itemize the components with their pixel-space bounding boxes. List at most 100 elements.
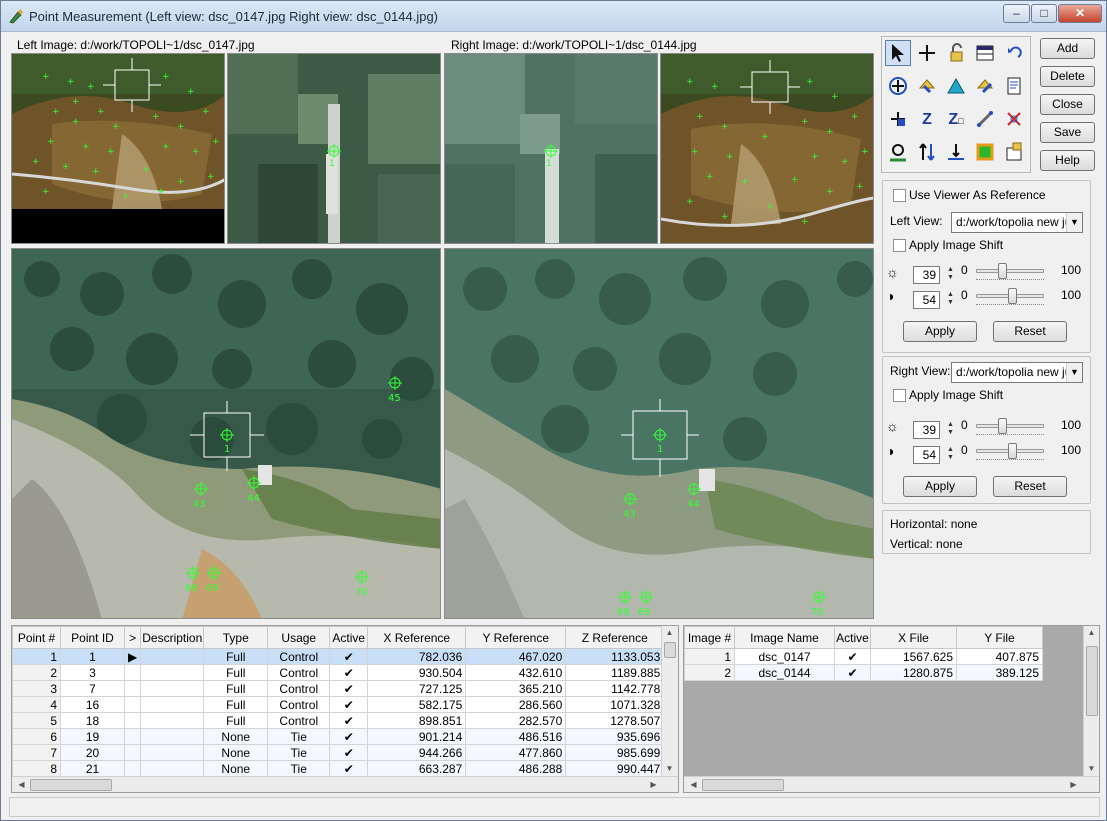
column-header[interactable]: Description	[140, 626, 205, 649]
points-horizontal-scrollbar[interactable]: ◀ ▶	[12, 776, 678, 792]
z-update-icon[interactable]: Z□	[943, 106, 969, 132]
column-header[interactable]: Image Name	[734, 626, 835, 649]
swap-icon[interactable]	[914, 139, 940, 165]
images-horizontal-scrollbar[interactable]: ◀ ▶	[684, 776, 1099, 792]
right-brightness-spinner[interactable]: ▲ ▼	[947, 421, 955, 437]
navigate-icon[interactable]	[885, 139, 911, 165]
delete-button[interactable]: Delete	[1040, 66, 1095, 87]
properties-icon[interactable]	[1001, 139, 1027, 165]
right-apply-button[interactable]: Apply	[903, 476, 977, 497]
left-reset-button[interactable]: Reset	[993, 321, 1067, 342]
table-row[interactable]: 5 18 Full Control ✔ 898.851 282.570 1278.507	[12, 712, 665, 729]
right-apply-image-shift-checkbox[interactable]	[893, 389, 906, 402]
points-vertical-scrollbar[interactable]: ▲ ▼	[661, 626, 678, 776]
right-contrast-spinner[interactable]: ▲ ▼	[947, 446, 955, 462]
left-zoom-view[interactable]: 1	[227, 53, 441, 244]
images-vscroll-thumb[interactable]	[1086, 646, 1098, 716]
points-hscroll-thumb[interactable]	[30, 779, 112, 791]
report-icon[interactable]	[1001, 73, 1027, 99]
column-header[interactable]: X Reference	[367, 626, 467, 649]
delete-point-icon[interactable]	[1001, 106, 1027, 132]
left-brightness-input[interactable]: 39	[913, 266, 940, 284]
z-value-icon[interactable]: Z	[914, 106, 940, 132]
scroll-left-icon[interactable]: ◀	[686, 780, 701, 789]
right-zoom-view[interactable]: 1	[444, 53, 658, 244]
scroll-left-icon[interactable]: ◀	[14, 780, 29, 789]
right-main-view[interactable]: 1 43 44 68 69 70	[444, 248, 874, 619]
table-row[interactable]: 2 3 Full Control ✔ 930.504 432.610 1189.885	[12, 664, 665, 681]
table-row[interactable]: 1 dsc_0147 ✔ 1567.625 407.875	[684, 648, 1043, 665]
right-brightness-slider-thumb[interactable]	[997, 418, 1007, 434]
drive-icon[interactable]	[885, 73, 911, 99]
table-row[interactable]: 8 21 None Tie ✔ 663.287 486.288 990.447	[12, 760, 665, 777]
column-header[interactable]: Y Reference	[465, 626, 567, 649]
undo-icon[interactable]	[1001, 40, 1027, 66]
link-icon[interactable]	[972, 106, 998, 132]
table-row[interactable]: 1 1 ▶ Full Control ✔ 782.036 467.020 1133.053	[12, 648, 665, 665]
column-header[interactable]: >	[123, 626, 142, 649]
right-reset-button[interactable]: Reset	[993, 476, 1067, 497]
right-brightness-input[interactable]: 39	[913, 421, 940, 439]
left-brightness-slider[interactable]	[976, 269, 1044, 273]
scroll-right-icon[interactable]: ▶	[1066, 780, 1081, 789]
left-contrast-slider-thumb[interactable]	[1007, 288, 1017, 304]
left-contrast-input[interactable]: 54	[913, 291, 940, 309]
points-table[interactable]: Point # Point ID > Description Type Usage Acti…	[12, 626, 665, 777]
column-header[interactable]: Z Reference	[565, 626, 665, 649]
close-window-button[interactable]: ✕	[1058, 4, 1102, 23]
left-apply-image-shift-checkbox[interactable]	[893, 239, 906, 252]
left-view-select[interactable]: d:/work/topolia new ju ▼	[951, 212, 1083, 233]
table-row[interactable]: 2 dsc_0144 ✔ 1280.875 389.125	[684, 664, 1043, 681]
lock-icon[interactable]	[943, 40, 969, 66]
scroll-down-icon[interactable]: ▼	[662, 764, 677, 773]
table-row[interactable]: 3 7 Full Control ✔ 727.125 365.210 1142.778	[12, 680, 665, 697]
save-button[interactable]: Save	[1040, 122, 1095, 143]
images-table[interactable]: Image # Image Name Active X File Y File 1 dsc…	[684, 626, 1043, 681]
images-vertical-scrollbar[interactable]: ▲ ▼	[1083, 626, 1099, 776]
left-brightness-slider-thumb[interactable]	[997, 263, 1007, 279]
column-header[interactable]: Active	[834, 626, 871, 649]
scroll-up-icon[interactable]: ▲	[1084, 628, 1099, 637]
column-header[interactable]: Point #	[12, 626, 61, 649]
minimize-button[interactable]: –	[1003, 4, 1030, 23]
level-icon[interactable]	[943, 139, 969, 165]
column-header[interactable]: X File	[870, 626, 957, 649]
left-brightness-spinner[interactable]: ▲ ▼	[947, 266, 955, 282]
scroll-right-icon[interactable]: ▶	[646, 780, 661, 789]
use-viewer-reference-checkbox[interactable]	[893, 189, 906, 202]
right-view-select[interactable]: d:/work/topolia new ju ▼	[951, 362, 1083, 383]
title-bar[interactable]: Point Measurement (Left view: dsc_0147.j…	[1, 1, 1106, 32]
table-row[interactable]: 6 19 None Tie ✔ 901.214 486.516 935.696	[12, 728, 665, 745]
table-row[interactable]: 7 20 None Tie ✔ 944.266 477.860 985.699	[12, 744, 665, 761]
column-header[interactable]: Point ID	[60, 626, 125, 649]
column-header[interactable]: Image #	[684, 626, 735, 649]
left-apply-button[interactable]: Apply	[903, 321, 977, 342]
column-header[interactable]: Usage	[267, 626, 331, 649]
table-row[interactable]: 4 16 Full Control ✔ 582.175 286.560 1071.328	[12, 696, 665, 713]
add-button[interactable]: Add	[1040, 38, 1095, 59]
maximize-button[interactable]: □	[1031, 4, 1057, 23]
crosshair-icon[interactable]	[914, 40, 940, 66]
copy-point-icon[interactable]	[972, 73, 998, 99]
images-hscroll-thumb[interactable]	[702, 779, 784, 791]
right-brightness-slider[interactable]	[976, 424, 1044, 428]
triangle-icon[interactable]	[943, 73, 969, 99]
column-header[interactable]: Type	[203, 626, 269, 649]
create-point-icon[interactable]	[914, 73, 940, 99]
column-header[interactable]: Y File	[956, 626, 1043, 649]
add-point-icon[interactable]	[885, 106, 911, 132]
scroll-down-icon[interactable]: ▼	[1084, 764, 1099, 773]
scroll-up-icon[interactable]: ▲	[662, 628, 677, 637]
left-main-view[interactable]: 1 45 43 44 68 69 70	[11, 248, 441, 619]
close-button[interactable]: Close	[1040, 94, 1095, 115]
right-contrast-slider-thumb[interactable]	[1007, 443, 1017, 459]
color-icon[interactable]	[972, 139, 998, 165]
table-view-icon[interactable]	[972, 40, 998, 66]
points-vscroll-thumb[interactable]	[664, 642, 676, 658]
left-overview-view[interactable]: + + + + + + + + + + + + + + + + + + + + + + + + + + + +	[11, 53, 225, 244]
column-header[interactable]: Active	[329, 626, 369, 649]
right-contrast-input[interactable]: 54	[913, 446, 940, 464]
left-contrast-spinner[interactable]: ▲ ▼	[947, 291, 955, 307]
help-button[interactable]: Help	[1040, 150, 1095, 171]
select-arrow-icon[interactable]	[885, 40, 911, 66]
